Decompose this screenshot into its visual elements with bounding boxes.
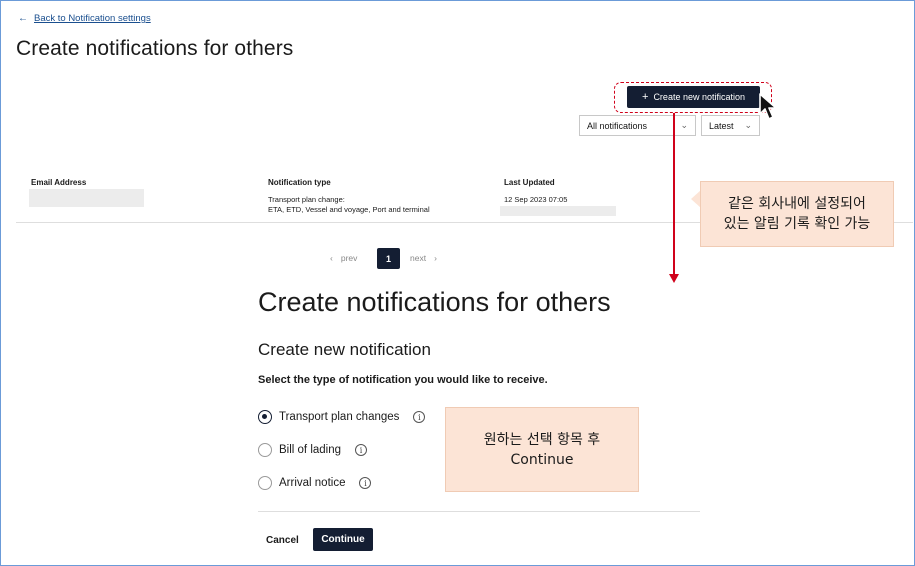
notification-type-line1: Transport plan change: (268, 195, 345, 204)
radio-unselected[interactable] (258, 476, 272, 490)
redacted-updated-by (500, 206, 616, 216)
column-header-email: Email Address (31, 178, 87, 187)
sort-select[interactable]: Latest ⌄ (701, 115, 760, 136)
radio-selected[interactable] (258, 410, 272, 424)
chevron-down-icon: ⌄ (744, 120, 752, 130)
redacted-email (29, 189, 144, 207)
form-divider (258, 511, 700, 512)
pagination-next[interactable]: next › (410, 248, 437, 268)
info-icon[interactable]: i (413, 411, 426, 423)
page-title: Create notifications for others (16, 37, 294, 60)
annotation-arrow-head (669, 274, 679, 283)
annotation-arrow-line (673, 113, 675, 275)
back-to-notification-settings-link[interactable]: ← Back to Notification settings (18, 13, 151, 24)
last-updated-value: 12 Sep 2023 07:05 (504, 195, 568, 204)
pagination-current-page[interactable]: 1 (377, 248, 400, 269)
form-subtitle: Create new notification (258, 340, 431, 359)
continue-button[interactable]: Continue (313, 528, 373, 551)
annotation-callout-select: 원하는 선택 항목 후 Continue (445, 407, 639, 492)
chevron-left-icon: ‹ (330, 253, 333, 263)
plus-icon: + (642, 90, 649, 103)
option-bill-of-lading[interactable]: Bill of lading i (258, 441, 368, 459)
info-icon[interactable]: i (359, 477, 372, 489)
pagination-prev[interactable]: ‹ prev (330, 248, 357, 268)
mouse-cursor-icon (759, 93, 777, 120)
notification-filter-select[interactable]: All notifications ⌄ (579, 115, 696, 136)
form-page-title: Create notifications for others (258, 287, 611, 317)
option-arrival-notice[interactable]: Arrival notice i (258, 474, 372, 492)
create-new-notification-button[interactable]: + Create new notification (627, 86, 760, 108)
chevron-right-icon: › (434, 253, 437, 263)
form-instruction: Select the type of notification you woul… (258, 374, 548, 386)
column-header-notification-type: Notification type (268, 178, 331, 187)
option-transport-plan-changes[interactable]: Transport plan changes i (258, 408, 426, 426)
column-header-last-updated: Last Updated (504, 178, 555, 187)
cancel-button[interactable]: Cancel (258, 529, 307, 551)
arrow-left-icon: ← (18, 13, 28, 24)
radio-unselected[interactable] (258, 443, 272, 457)
notification-type-line2: ETA, ETD, Vessel and voyage, Port and te… (268, 205, 430, 214)
chevron-down-icon: ⌄ (680, 120, 688, 130)
annotation-callout-history: 같은 회사내에 설정되어 있는 알림 기록 확인 가능 (700, 181, 894, 247)
info-icon[interactable]: i (355, 444, 368, 456)
